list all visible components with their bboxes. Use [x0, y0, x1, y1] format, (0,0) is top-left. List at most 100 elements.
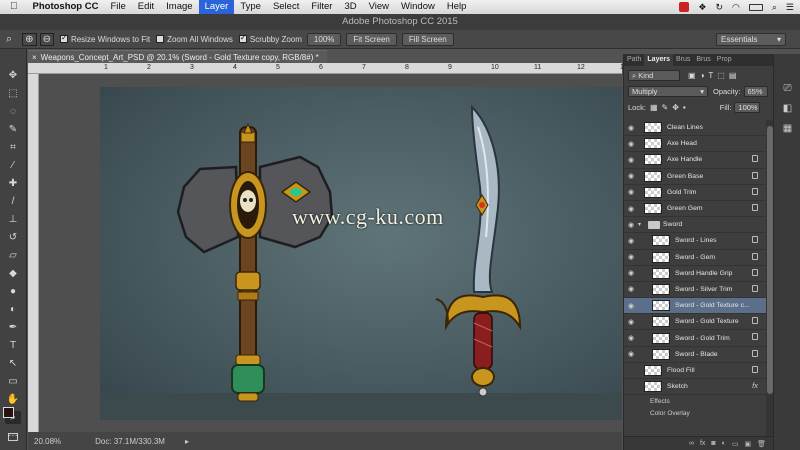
visibility-eye-icon[interactable]: ◉ [624, 318, 638, 326]
horizontal-ruler[interactable]: 12345678910111213 [28, 63, 628, 74]
visibility-eye-icon[interactable]: ◉ [624, 253, 638, 261]
layer-thumbnail[interactable] [652, 348, 670, 360]
layer-row[interactable]: ◉ Axe Head [624, 136, 766, 153]
type-tool-icon[interactable]: T [5, 339, 21, 352]
dodge-tool-icon[interactable]: ◐ [5, 303, 21, 316]
layer-effects-icon[interactable]: fx [752, 381, 758, 390]
filter-pixel-icon[interactable]: ▣ [688, 71, 696, 80]
filter-adjustment-icon[interactable]: ◑ [700, 71, 705, 80]
zoom-100-button[interactable]: 100% [306, 32, 342, 46]
layer-row[interactable]: ◉ Sketch fx [624, 379, 766, 396]
layer-row[interactable]: ◉ Sword - Gold Texture c... [624, 298, 766, 315]
lock-position-icon[interactable]: ✥ [672, 103, 679, 112]
layer-thumbnail[interactable] [644, 138, 662, 150]
layer-thumbnail[interactable] [652, 283, 670, 295]
visibility-eye-icon[interactable]: ◉ [624, 188, 638, 196]
layer-thumbnail[interactable] [652, 316, 670, 328]
vertical-ruler[interactable] [28, 74, 39, 432]
menu-help[interactable]: Help [441, 0, 473, 14]
layer-group-row[interactable]: ◉ ▾ Sword [624, 217, 766, 234]
visibility-eye-icon[interactable]: ◉ [624, 156, 638, 164]
canvas[interactable]: www.cg-ku.com [100, 87, 622, 420]
menu-file[interactable]: File [104, 0, 131, 14]
menu-3d[interactable]: 3D [338, 0, 362, 14]
sync-icon[interactable]: ↻ [715, 2, 723, 13]
menu-layer[interactable]: Layer [198, 0, 235, 14]
zoom-level[interactable]: 20.08% [34, 437, 61, 446]
fit-screen-button[interactable]: Fit Screen [346, 32, 397, 46]
tab-paths[interactable]: Path [624, 54, 644, 66]
layer-row[interactable]: ◉ Sword - Gold Trim [624, 330, 766, 347]
layer-row[interactable]: ◉ Green Gem [624, 201, 766, 218]
move-tool-icon[interactable]: ✥ [5, 69, 21, 82]
menu-photoshop[interactable]: Photoshop CC [27, 0, 105, 14]
resize-windows-checkbox[interactable]: Resize Windows to Fit [59, 33, 150, 44]
document-workspace[interactable]: www.cg-ku.com [39, 74, 622, 432]
visibility-eye-icon[interactable]: ◉ [624, 383, 638, 391]
layer-row[interactable]: ◉ Sword - Gem [624, 250, 766, 266]
zoom-out-icon[interactable]: ⊖ [39, 32, 54, 46]
menu-window[interactable]: Window [395, 0, 441, 14]
wifi-icon[interactable]: ◠ [732, 2, 740, 13]
quick-select-tool-icon[interactable]: ✎ [5, 123, 21, 136]
fill-screen-button[interactable]: Fill Screen [401, 32, 454, 46]
opacity-field[interactable]: 65% [743, 85, 768, 97]
dropbox-icon[interactable]: ❖ [698, 2, 706, 13]
layer-thumbnail[interactable] [644, 364, 662, 376]
blur-tool-icon[interactable]: ● [5, 285, 21, 298]
layer-row[interactable]: ◉ Sword - Blade [624, 347, 766, 363]
layer-style-icon[interactable]: fx [700, 440, 705, 447]
layer-thumbnail[interactable] [652, 267, 670, 279]
visibility-eye-icon[interactable]: ◉ [624, 124, 638, 132]
adjustments-icon[interactable]: ◧ [781, 102, 794, 115]
lock-transparency-icon[interactable]: ▦ [650, 103, 658, 112]
tab-brush-presets[interactable]: Brus [693, 54, 713, 66]
paint-bucket-tool-icon[interactable]: ◆ [5, 267, 21, 280]
menu-select[interactable]: Select [267, 0, 305, 14]
zoom-tool-icon[interactable]: ⌕ [6, 33, 12, 46]
workspace-select[interactable]: Essentials ▾ [716, 33, 786, 46]
lock-pixels-icon[interactable]: ✎ [662, 103, 669, 112]
layer-thumbnail[interactable] [652, 300, 670, 312]
visibility-eye-icon[interactable]: ◉ [624, 172, 638, 180]
shape-tool-icon[interactable]: ▭ [5, 375, 21, 388]
crop-tool-icon[interactable]: ⌗ [5, 141, 21, 154]
zoom-in-icon[interactable]: ⊕ [22, 32, 37, 46]
layer-thumbnail[interactable] [644, 170, 662, 182]
history-brush-tool-icon[interactable]: ↺ [5, 231, 21, 244]
hand-tool-icon[interactable]: ✋ [5, 393, 21, 406]
foreground-color-swatch[interactable] [3, 407, 14, 418]
filter-smart-object-icon[interactable]: ▤ [729, 71, 737, 80]
close-icon[interactable]: × [32, 53, 37, 62]
visibility-eye-icon[interactable]: ◉ [624, 237, 638, 245]
menu-view[interactable]: View [363, 0, 395, 14]
tab-properties[interactable]: Prop [714, 54, 735, 66]
scrubby-zoom-checkbox[interactable]: Scrubby Zoom [238, 33, 302, 44]
visibility-eye-icon[interactable]: ◉ [624, 366, 638, 374]
layer-thumbnail[interactable] [644, 186, 662, 198]
visibility-eye-icon[interactable]: ◉ [624, 285, 638, 293]
layer-row[interactable]: ◉ Flood Fill [624, 363, 766, 379]
quick-mask-icon[interactable] [8, 433, 18, 441]
marquee-tool-icon[interactable]: ⬚ [5, 87, 21, 100]
blend-mode-select[interactable]: Multiply ▾ [628, 85, 708, 97]
record-icon[interactable] [679, 2, 690, 12]
layer-thumbnail[interactable] [644, 381, 662, 393]
layer-thumbnail[interactable] [644, 154, 662, 166]
tab-brush[interactable]: Brus [673, 54, 693, 66]
filter-type-icon[interactable]: T [708, 71, 713, 80]
adjustment-layer-icon[interactable]: ◐ [722, 440, 726, 447]
apple-menu-icon[interactable]:  [0, 0, 27, 14]
eyedropper-tool-icon[interactable]: ⁄ [5, 159, 21, 172]
clone-stamp-tool-icon[interactable]: ⊥ [5, 213, 21, 226]
path-select-tool-icon[interactable]: ↖ [5, 357, 21, 370]
visibility-eye-icon[interactable]: ◉ [624, 205, 638, 213]
new-layer-icon[interactable]: ▣ [744, 440, 751, 448]
layer-thumbnail[interactable] [652, 332, 670, 344]
visibility-eye-icon[interactable]: ◉ [624, 334, 638, 342]
link-layers-icon[interactable]: ∞ [689, 440, 694, 447]
visibility-eye-icon[interactable]: ◉ [624, 302, 638, 310]
layer-row[interactable]: ◉ Clean Lines [624, 120, 766, 137]
swatches-icon[interactable]: ▦ [781, 122, 794, 135]
document-tab[interactable]: × Weapons_Concept_Art_PSD @ 20.1% (Sword … [28, 50, 327, 63]
